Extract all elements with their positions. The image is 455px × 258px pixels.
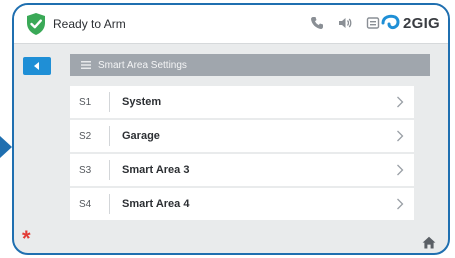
item-label: Garage: [122, 130, 160, 142]
list-item-smart-area-3[interactable]: S3 Smart Area 3: [70, 154, 414, 186]
row-divider: [109, 92, 110, 112]
row-divider: [109, 194, 110, 214]
callout-arrow: [0, 136, 12, 158]
brand-name: 2GIG: [402, 14, 440, 32]
list-item-smart-area-4[interactable]: S4 Smart Area 4: [70, 188, 414, 220]
item-number: S1: [79, 96, 92, 108]
list-item-garage[interactable]: S2 Garage: [70, 120, 414, 152]
back-arrow-icon: [34, 62, 39, 70]
volume-icon[interactable]: [338, 16, 352, 30]
status-bar: Ready to Arm 2GIG: [14, 5, 448, 44]
item-label: System: [122, 96, 162, 108]
item-number: S4: [79, 198, 92, 210]
brand-swirl-icon: [381, 14, 400, 30]
system-status-text: Ready to Arm: [53, 17, 126, 31]
list-icon: [81, 61, 91, 69]
row-divider: [109, 126, 110, 146]
status-icons: [310, 16, 380, 30]
row-divider: [109, 160, 110, 180]
emergency-icon[interactable]: *: [22, 228, 31, 250]
back-button[interactable]: [23, 57, 51, 75]
item-label: Smart Area 4: [122, 198, 190, 210]
item-number: S2: [79, 130, 92, 142]
page-title-bar: Smart Area Settings: [70, 54, 430, 76]
panel-screen: Ready to Arm 2GIG Smart Area Settings S1…: [12, 3, 450, 255]
page-title: Smart Area Settings: [98, 59, 187, 71]
shield-check-icon: [27, 13, 45, 35]
item-number: S3: [79, 164, 92, 176]
chevron-right-icon: [397, 198, 404, 210]
smart-area-list: S1 System S2 Garage S3 Smart Area 3 S4 S…: [70, 86, 414, 222]
chevron-right-icon: [397, 130, 404, 142]
list-item-system[interactable]: S1 System: [70, 86, 414, 118]
item-label: Smart Area 3: [122, 164, 190, 176]
chevron-right-icon: [397, 96, 404, 108]
home-icon[interactable]: [422, 236, 436, 249]
bottom-bar: *: [14, 228, 448, 253]
chevron-right-icon: [397, 164, 404, 176]
message-icon[interactable]: [366, 16, 380, 30]
phone-icon[interactable]: [310, 16, 324, 30]
brand-logo: 2GIG: [381, 14, 440, 32]
